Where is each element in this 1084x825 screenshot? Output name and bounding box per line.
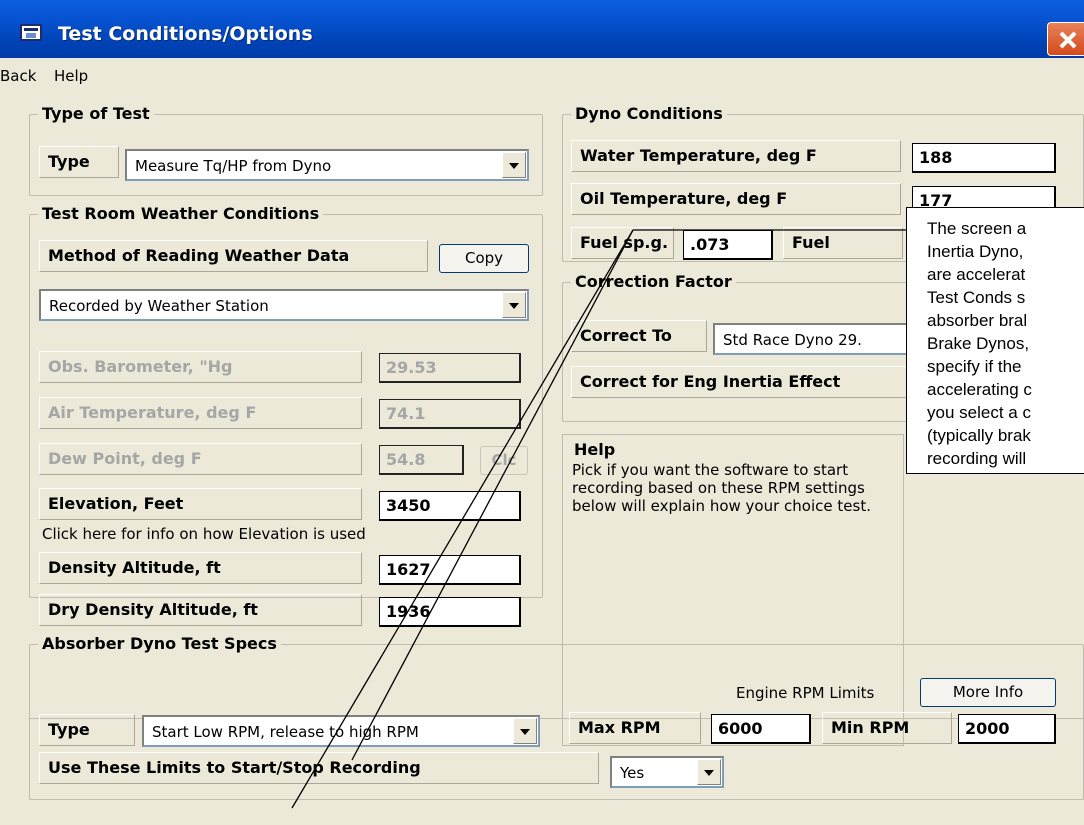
- density-altitude-field[interactable]: 1627: [379, 555, 521, 585]
- rpm-limits-label: Engine RPM Limits: [736, 684, 875, 702]
- test-type-label: Type: [39, 146, 119, 178]
- calc-button[interactable]: Clc: [480, 446, 528, 475]
- chevron-down-icon[interactable]: [502, 152, 526, 178]
- help-title: Help: [574, 440, 616, 459]
- max-rpm-field[interactable]: 6000: [711, 714, 811, 744]
- barometer-field[interactable]: 29.53: [379, 353, 521, 383]
- air-temp-field[interactable]: 74.1: [379, 399, 521, 429]
- density-altitude-label: Density Altitude, ft: [39, 552, 362, 584]
- dew-point-label: Dew Point, deg F: [39, 443, 362, 475]
- use-limits-label: Use These Limits to Start/Stop Recording: [39, 752, 599, 784]
- more-info-button[interactable]: More Info: [920, 678, 1056, 707]
- menu-back[interactable]: Back: [0, 67, 36, 85]
- elevation-info-link[interactable]: Click here for info on how Elevation is …: [42, 525, 366, 543]
- weather-method-label: Method of Reading Weather Data: [39, 240, 428, 272]
- correct-to-label: Correct To: [571, 320, 707, 352]
- absorber-type-select[interactable]: Start Low RPM, release to high RPM: [142, 715, 540, 747]
- min-rpm-label: Min RPM: [822, 712, 952, 744]
- menu-bar: Back Help: [0, 61, 1084, 91]
- test-type-select[interactable]: Measure Tq/HP from Dyno: [125, 149, 529, 181]
- dry-density-altitude-field[interactable]: 1936: [379, 597, 521, 627]
- absorber-type-value: Start Low RPM, release to high RPM: [152, 723, 419, 741]
- chevron-down-icon[interactable]: [513, 718, 537, 744]
- type-of-test-legend: Type of Test: [38, 104, 154, 123]
- min-rpm-field[interactable]: 2000: [958, 714, 1056, 744]
- callout-box: The screen a Inertia Dyno, are accelerat…: [906, 207, 1084, 474]
- absorber-specs-legend: Absorber Dyno Test Specs: [38, 634, 281, 653]
- chevron-down-icon[interactable]: [697, 759, 721, 785]
- absorber-type-label: Type: [39, 714, 135, 746]
- correct-to-select[interactable]: Std Race Dyno 29.: [713, 323, 933, 355]
- window-icon: [20, 24, 42, 41]
- menu-help[interactable]: Help: [54, 67, 88, 85]
- elevation-label: Elevation, Feet: [39, 488, 362, 520]
- callout-text: The screen a Inertia Dyno, are accelerat…: [927, 219, 1032, 473]
- weather-method-value: Recorded by Weather Station: [49, 297, 269, 315]
- oil-temp-label: Oil Temperature, deg F: [571, 183, 901, 215]
- elevation-field[interactable]: 3450: [379, 491, 521, 521]
- chevron-down-icon[interactable]: [502, 292, 526, 318]
- dew-point-field[interactable]: 54.8: [379, 445, 464, 475]
- test-type-value: Measure Tq/HP from Dyno: [135, 157, 332, 175]
- close-icon[interactable]: [1047, 22, 1084, 56]
- max-rpm-label: Max RPM: [569, 712, 701, 744]
- fuel-spg-label: Fuel sp.g.: [571, 227, 674, 259]
- barometer-label: Obs. Barometer, "Hg: [39, 351, 362, 383]
- title-bar[interactable]: Test Conditions/Options: [0, 0, 1084, 58]
- correct-to-value: Std Race Dyno 29.: [723, 331, 862, 349]
- test-conditions-window: Test Conditions/Options Back Help Type o…: [0, 0, 1084, 825]
- window-title: Test Conditions/Options: [58, 23, 313, 45]
- help-text: Pick if you want the software to start r…: [572, 461, 871, 515]
- air-temp-label: Air Temperature, deg F: [39, 397, 362, 429]
- dyno-conditions-legend: Dyno Conditions: [571, 104, 727, 123]
- copy-button[interactable]: Copy: [439, 244, 529, 273]
- fuel-spg-field[interactable]: .073: [683, 230, 773, 260]
- dry-density-altitude-label: Dry Density Altitude, ft: [39, 594, 362, 626]
- correction-factor-legend: Correction Factor: [571, 272, 736, 291]
- weather-method-select[interactable]: Recorded by Weather Station: [39, 289, 529, 321]
- use-limits-value: Yes: [620, 764, 645, 782]
- use-limits-select[interactable]: Yes: [610, 756, 724, 788]
- weather-legend: Test Room Weather Conditions: [38, 204, 324, 223]
- water-temp-label: Water Temperature, deg F: [571, 140, 901, 172]
- water-temp-field[interactable]: 188: [912, 143, 1056, 173]
- fuel-label: Fuel: [783, 227, 903, 259]
- inertia-effect-label: Correct for Eng Inertia Effect: [571, 366, 911, 398]
